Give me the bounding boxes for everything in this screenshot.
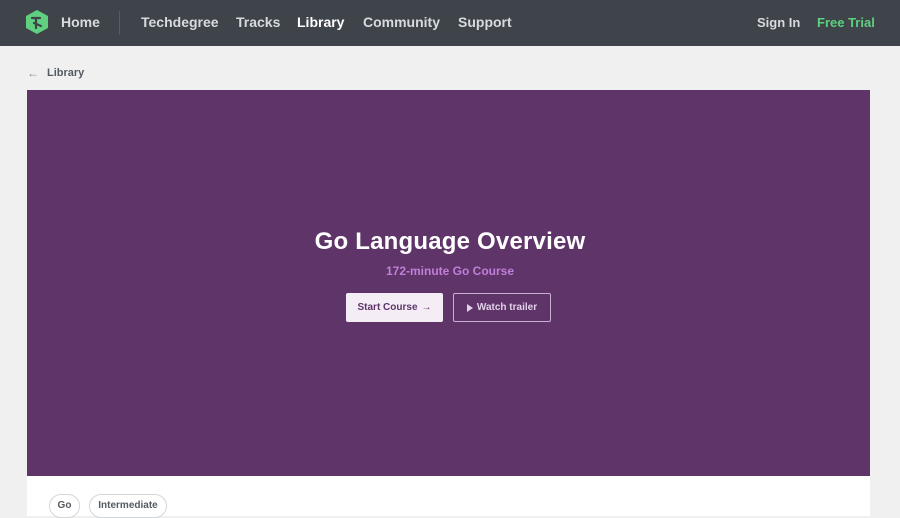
free-trial-link[interactable]: Free Trial [817,0,875,46]
arrow-left-icon: ← [27,66,39,80]
course-hero [27,90,870,476]
nav-divider [119,11,120,35]
breadcrumb[interactable]: ← Library [27,64,84,82]
tag-intermediate[interactable]: Intermediate [89,494,167,518]
nav-community[interactable]: Community [363,0,440,46]
watch-trailer-button[interactable]: Watch trailer [453,293,551,322]
course-subtitle: 172-minute Go Course [385,264,515,278]
top-navigation: Home Techdegree Tracks Library Community… [0,0,900,46]
nav-support[interactable]: Support [458,0,512,46]
start-course-label: Start Course [357,302,418,313]
sign-in-link[interactable]: Sign In [757,0,800,46]
start-course-button[interactable]: Start Course → [346,293,443,322]
course-title: Go Language Overview [314,228,586,255]
breadcrumb-label: Library [47,67,85,79]
nav-techdegree[interactable]: Techdegree [141,0,219,46]
tag-go[interactable]: Go [49,494,80,518]
treehouse-logo-icon[interactable] [26,10,48,34]
watch-trailer-label: Watch trailer [476,302,538,313]
play-icon [466,303,473,312]
nav-library[interactable]: Library [297,0,344,46]
arrow-right-icon: → [421,302,432,313]
nav-tracks[interactable]: Tracks [236,0,280,46]
nav-home[interactable]: Home [61,0,100,46]
